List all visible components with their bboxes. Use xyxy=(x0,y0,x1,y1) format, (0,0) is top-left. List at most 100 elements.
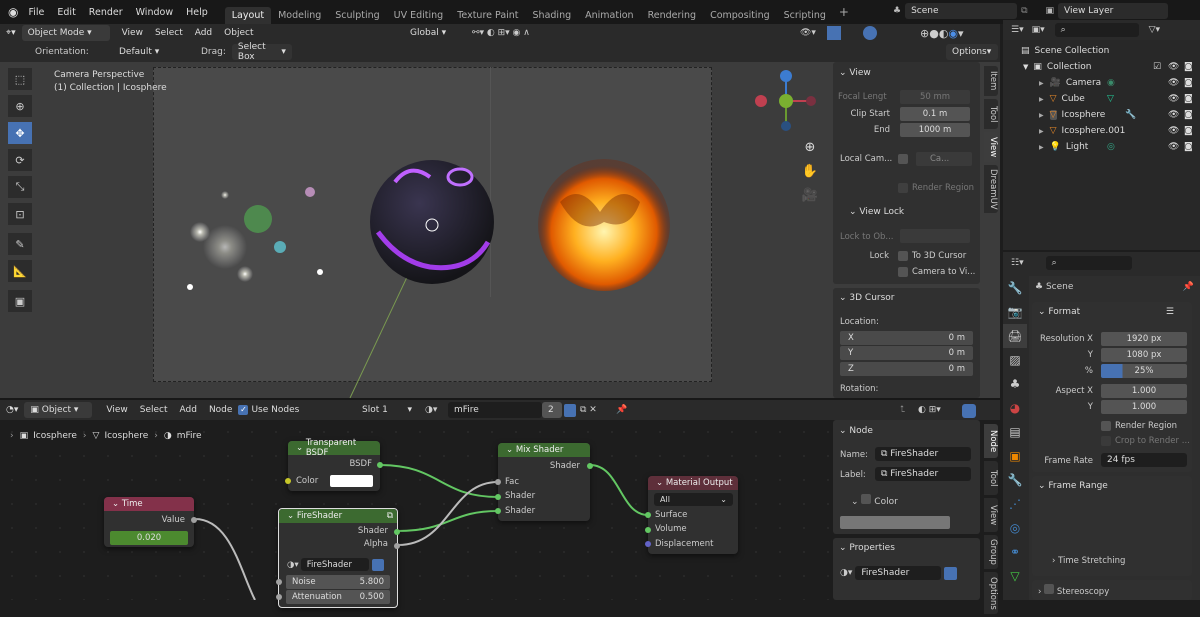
gizmo-toggle-icon[interactable] xyxy=(827,26,841,40)
tab-animation[interactable]: Animation xyxy=(578,7,640,24)
menu-file[interactable]: File xyxy=(28,7,44,18)
editor-type-icon[interactable]: ⌖▾ xyxy=(0,28,22,38)
shader-type-dropdown[interactable]: ▣ Object ▾ xyxy=(24,402,93,418)
group-tree-name[interactable]: FireShader xyxy=(855,566,942,580)
render-region-checkbox[interactable] xyxy=(898,183,908,193)
sidebar-tab-view[interactable]: View xyxy=(984,132,998,162)
shader-output-socket[interactable] xyxy=(394,529,400,535)
frame-rate-dropdown[interactable]: 24 fps xyxy=(1101,453,1187,467)
node-header[interactable]: ⌄ Time xyxy=(104,497,194,511)
node-name-field[interactable]: ⧉ FireShader xyxy=(875,447,971,461)
aspect-y-field[interactable]: 1.000 xyxy=(1101,400,1187,414)
outliner-search[interactable]: ⌕ xyxy=(1054,23,1139,37)
group-name[interactable]: FireShader xyxy=(300,558,369,571)
transparent-bsdf-node[interactable]: ⌄ Transparent BSDF BSDF Color xyxy=(285,438,383,491)
overlay-toggle-icon[interactable] xyxy=(863,26,877,40)
constraints-tab-icon[interactable]: ⚭ xyxy=(1003,540,1027,564)
physics-tab-icon[interactable]: ◎ xyxy=(1003,516,1027,540)
visibility-eye-icon[interactable]: 👁 xyxy=(1168,126,1179,136)
fake-user-shield-icon[interactable] xyxy=(944,566,958,580)
node-sidebar-tab-tool[interactable]: Tool xyxy=(984,461,998,495)
mode-dropdown[interactable]: Object Mode ▾ xyxy=(21,25,110,41)
node-sidebar-tab-view[interactable]: View xyxy=(984,498,998,532)
visibility-eye-icon[interactable]: 👁 xyxy=(1168,94,1179,104)
render-camera-icon[interactable]: ◙ xyxy=(1184,126,1193,136)
fake-user-shield-icon[interactable] xyxy=(371,558,384,571)
pivot-icon[interactable]: ⚯▾ ◐ ⊞▾ ◉ ∧ xyxy=(472,28,530,38)
time-node[interactable]: ⌄ Time Value 0.020 xyxy=(104,497,197,547)
surface-input-socket[interactable] xyxy=(645,512,651,518)
new-material-icon[interactable]: ⧉ ✕ xyxy=(580,405,597,415)
fireshader-group-node[interactable]: ⌄ FireShader ⧉ Shader Alpha ◑▾ FireShader … xyxy=(276,508,400,608)
tab-shading[interactable]: Shading xyxy=(526,7,579,24)
menu-select[interactable]: Select xyxy=(149,28,189,38)
node-header[interactable]: ⌄ FireShader ⧉ xyxy=(279,509,397,523)
group-selector[interactable]: ◑▾ FireShader xyxy=(287,558,391,571)
tab-texture-paint[interactable]: Texture Paint xyxy=(450,7,525,24)
parent-node-tree-icon[interactable]: ⮤ xyxy=(900,405,905,415)
cursor-y-field[interactable]: Y 0 m xyxy=(840,346,973,360)
blender-logo-icon[interactable]: ◉ xyxy=(8,5,18,19)
sidebar-tab-dreamuv[interactable]: DreamUV xyxy=(984,165,998,213)
data-tab-icon[interactable]: ▽ xyxy=(1003,564,1027,588)
visibility-eye-icon[interactable]: 👁 xyxy=(1168,110,1179,120)
menu-render[interactable]: Render xyxy=(89,7,123,18)
scene-selector[interactable]: Scene xyxy=(905,3,1018,19)
stereoscopy-checkbox[interactable] xyxy=(1044,584,1055,594)
view-layer-tab-icon[interactable]: ▨ xyxy=(1003,348,1027,372)
camera-to-view-checkbox[interactable] xyxy=(898,267,908,277)
material-users-count[interactable]: 2 xyxy=(542,402,562,418)
collection-row[interactable]: ▼ ▣ Collection ☑ 👁 ◙ xyxy=(1003,59,1200,75)
expand-arrow-icon[interactable]: ▶ xyxy=(1039,112,1044,119)
tab-scripting[interactable]: Scripting xyxy=(777,7,833,24)
world-tab-icon[interactable]: ◕ xyxy=(1003,396,1027,420)
pan-hand-icon[interactable]: ✋ xyxy=(800,160,820,184)
focal-length-field[interactable]: 50 mm xyxy=(900,90,970,104)
group-tree-selector[interactable]: ◑▾ FireShader xyxy=(840,566,958,580)
particles-tab-icon[interactable]: ⋰ xyxy=(1003,492,1027,516)
menu-window[interactable]: Window xyxy=(136,7,173,18)
expand-arrow-icon[interactable]: ▶ xyxy=(1039,96,1044,103)
3d-viewport[interactable]: Camera Perspective (1) Collection | Icos… xyxy=(0,62,1000,398)
node-tree-icon[interactable]: ◑▾ xyxy=(287,560,299,570)
presets-icon[interactable]: ☰ xyxy=(1166,307,1174,317)
node-editor-type-icon[interactable]: ◔▾ xyxy=(0,405,24,415)
3d-cursor-header[interactable]: ⌄ 3D Cursor xyxy=(833,288,980,308)
shading-modes-icon[interactable]: ⊕●◐◉▾ xyxy=(920,27,964,40)
attenuation-input-socket[interactable] xyxy=(276,594,282,600)
modifier-tab-icon[interactable]: 🔧 xyxy=(1003,468,1027,492)
render-camera-icon[interactable]: ◙ xyxy=(1184,110,1193,120)
slot-dropdown[interactable]: Slot 1 ▾ xyxy=(356,402,418,418)
bsdf-output-socket[interactable] xyxy=(377,462,383,468)
time-stretching-header[interactable]: › Time Stretching xyxy=(1052,556,1125,566)
visibility-eye-icon[interactable]: 👁 xyxy=(1168,78,1179,88)
tab-compositing[interactable]: Compositing xyxy=(703,7,777,24)
volume-input-socket[interactable] xyxy=(645,527,651,533)
output-tab-icon[interactable]: 🖨 xyxy=(1003,324,1027,348)
properties-search[interactable]: ⌕ xyxy=(1045,256,1132,270)
options-dropdown[interactable]: Options ▾ xyxy=(946,44,998,60)
outliner-item[interactable]: ▶ 🎥 Camera ◉ 👁 ◙ xyxy=(1003,75,1200,91)
format-header[interactable]: ⌄ Format ☰ xyxy=(1032,302,1192,322)
pin-icon[interactable]: 📌 xyxy=(616,405,627,415)
object-tab-icon[interactable]: ▣ xyxy=(1003,444,1027,468)
node-menu-add[interactable]: Add xyxy=(174,405,203,415)
orientation-dropdown[interactable]: Default ▾ xyxy=(113,44,193,60)
sidebar-tab-tool[interactable]: Tool xyxy=(984,99,998,129)
expand-arrow-icon[interactable]: ▶ xyxy=(1039,144,1044,151)
outliner-item[interactable]: ▶ ▽ Icosphere.001 👁 ◙ xyxy=(1003,123,1200,139)
properties-editor-type-icon[interactable]: ☷▾ xyxy=(1011,258,1024,268)
render-tab-icon[interactable]: 📷 xyxy=(1003,300,1027,324)
menu-edit[interactable]: Edit xyxy=(57,7,75,18)
scene-icon[interactable]: ♣ xyxy=(893,6,901,16)
properties-panel-header[interactable]: ⌄ Properties xyxy=(833,538,980,558)
color-swatch[interactable] xyxy=(330,475,373,487)
transform-orientation[interactable]: Global ▾ xyxy=(404,25,464,41)
resolution-percent-field[interactable]: 25% xyxy=(1101,364,1187,378)
displacement-input-socket[interactable] xyxy=(645,541,651,547)
expand-arrow-icon[interactable]: ▶ xyxy=(1039,128,1044,135)
render-camera-icon[interactable]: ◙ xyxy=(1184,142,1193,152)
group-icon[interactable]: ⧉ xyxy=(387,511,393,521)
local-camera-field[interactable]: Ca... xyxy=(916,152,972,166)
node-sidebar-tab-options[interactable]: Options xyxy=(984,572,998,614)
